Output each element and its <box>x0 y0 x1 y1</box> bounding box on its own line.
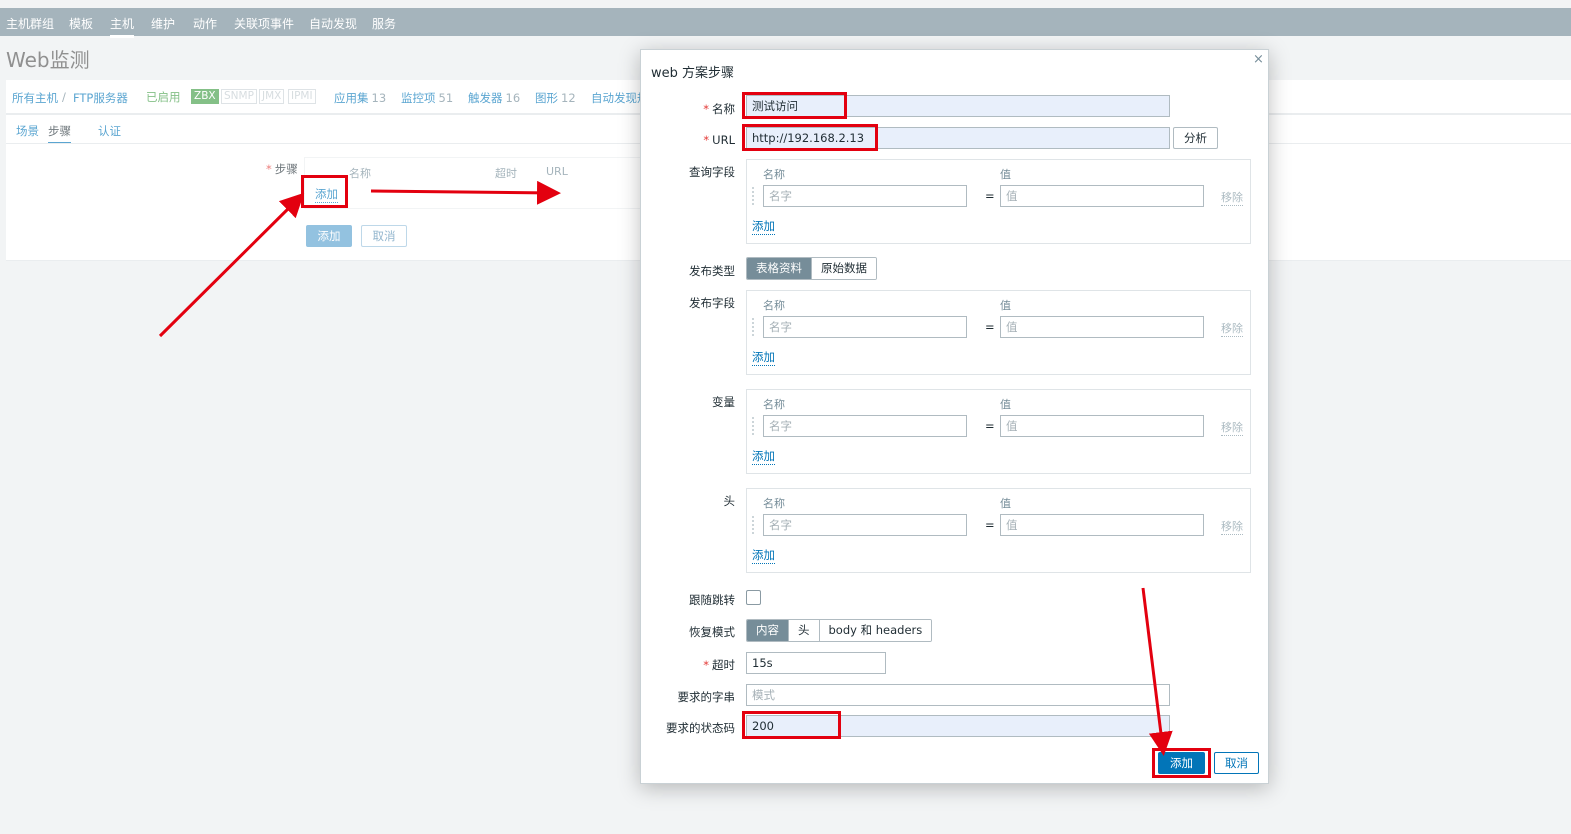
arrow-to-add-link <box>158 192 305 338</box>
arrow-to-add-button <box>1141 587 1173 756</box>
annotation-arrows <box>158 180 1173 756</box>
arrow-to-url-column <box>370 180 561 205</box>
